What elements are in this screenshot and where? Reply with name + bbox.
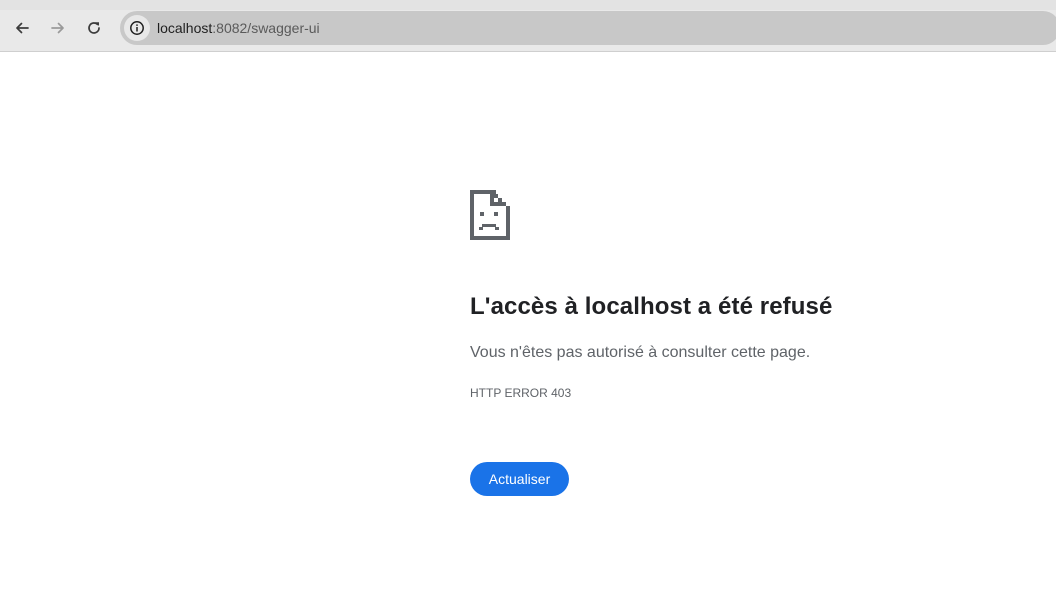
url-text: localhost:8082/swagger-ui [157, 20, 320, 36]
arrow-right-icon [51, 22, 64, 34]
reload-icon [88, 22, 100, 34]
address-bar[interactable]: localhost:8082/swagger-ui [120, 11, 1056, 45]
info-icon [130, 21, 144, 35]
forward-button[interactable] [43, 13, 73, 43]
browser-toolbar: localhost:8082/swagger-ui [0, 0, 1056, 52]
site-info-button[interactable] [124, 15, 150, 41]
back-button[interactable] [7, 13, 37, 43]
url-path: :8082/swagger-ui [212, 20, 320, 36]
tab-strip [0, 0, 1056, 10]
reload-button[interactable]: Actualiser [470, 462, 569, 496]
sad-page-icon [470, 190, 510, 240]
error-code: HTTP ERROR 403 [470, 386, 572, 400]
error-message: Vous n'êtes pas autorisé à consulter cet… [470, 344, 811, 361]
error-title: L'accès à localhost a été refusé [470, 293, 833, 320]
reload-button-toolbar[interactable] [79, 13, 109, 43]
arrow-left-icon [16, 22, 29, 34]
url-host: localhost [157, 20, 213, 36]
